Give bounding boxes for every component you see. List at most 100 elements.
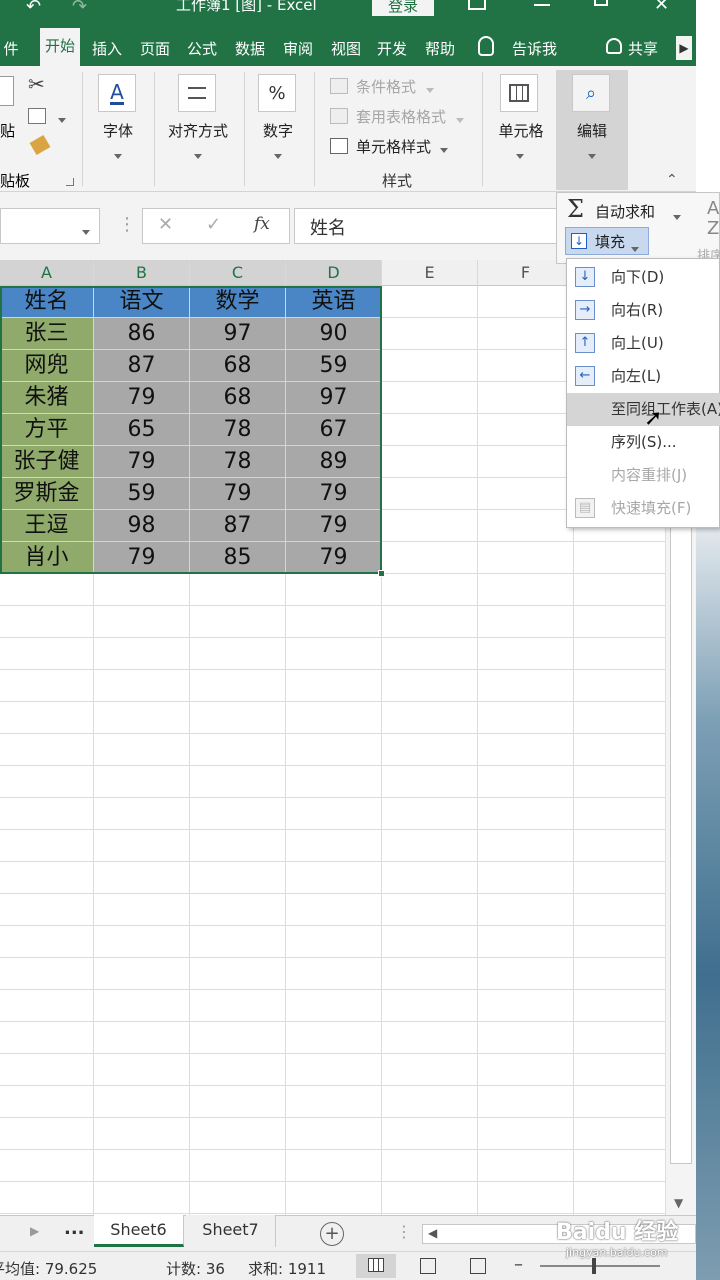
score-cell[interactable]: 68 [190,382,286,414]
column-header-B[interactable]: B [94,260,190,286]
score-cell[interactable]: 79 [286,510,382,542]
redo-icon[interactable]: ↷ [72,0,87,16]
tab-9[interactable]: 帮助 [418,32,462,66]
column-header-E[interactable]: E [382,260,478,286]
table-format-button[interactable]: 套用表格格式 [356,106,446,127]
name-cell[interactable]: 罗斯金 [0,478,94,510]
percent-icon[interactable]: % [258,74,296,112]
close-icon[interactable]: ✕ [654,0,669,15]
score-cell[interactable]: 87 [94,350,190,382]
share-button[interactable]: 共享 [628,32,658,66]
table-format-icon[interactable] [330,108,348,124]
align-dropdown-icon[interactable] [194,146,202,165]
name-cell[interactable]: 朱猪 [0,382,94,414]
number-button[interactable]: 数字 [256,120,300,141]
paste-icon[interactable] [0,76,14,106]
score-cell[interactable]: 78 [190,446,286,478]
sheet-tab-sheet7[interactable]: Sheet7 [186,1215,276,1247]
undo-icon[interactable]: ↶ [26,0,41,16]
autosum-button[interactable]: 自动求和 [595,201,655,222]
name-cell[interactable]: 张三 [0,318,94,350]
new-sheet-icon[interactable]: + [320,1222,344,1246]
paste-label[interactable]: 贴 [0,120,15,141]
tab-1[interactable]: 开始 [40,28,80,66]
fill-menu-item-3[interactable]: ← 向左(L) [567,360,720,393]
score-cell[interactable]: 59 [286,350,382,382]
sheet-tab-sheet6[interactable]: Sheet6 [94,1215,184,1247]
copy-icon[interactable] [28,108,46,124]
column-header-C[interactable]: C [190,260,286,286]
score-cell[interactable]: 78 [190,414,286,446]
tab-6[interactable]: 审阅 [276,32,320,66]
font-icon[interactable]: A [98,74,136,112]
tab-4[interactable]: 公式 [180,32,224,66]
score-cell[interactable]: 59 [94,478,190,510]
login-button[interactable]: 登录 [372,0,434,16]
table-header-cell[interactable]: 姓名 [0,286,94,318]
score-cell[interactable]: 98 [94,510,190,542]
score-cell[interactable]: 89 [286,446,382,478]
table-header-cell[interactable]: 数学 [190,286,286,318]
scroll-tabs-right-icon[interactable]: ▶ [676,36,692,60]
cells-button[interactable]: 单元格 [492,120,550,141]
ribbon-display-icon[interactable] [468,0,486,10]
name-cell[interactable]: 王逗 [0,510,94,542]
score-cell[interactable]: 65 [94,414,190,446]
fill-handle[interactable] [378,570,385,577]
score-cell[interactable]: 68 [190,350,286,382]
table-header-cell[interactable]: 语文 [94,286,190,318]
column-header-A[interactable]: A [0,260,94,286]
score-cell[interactable]: 79 [94,382,190,414]
fill-menu-item-2[interactable]: ↑ 向上(U) [567,327,720,360]
cancel-icon[interactable]: ✕ [158,214,173,235]
column-header-D[interactable]: D [286,260,382,286]
editing-dropdown-icon[interactable] [588,146,596,165]
zoom-out-icon[interactable]: – [514,1254,523,1275]
name-cell[interactable]: 张子健 [0,446,94,478]
score-cell[interactable]: 79 [94,542,190,574]
maximize-icon[interactable] [594,0,608,6]
prev-sheet-icon[interactable]: ▶ [30,1224,39,1238]
sigma-icon[interactable]: Σ [567,195,584,223]
tab-0[interactable]: 件 [0,32,22,66]
alignment-button[interactable]: 对齐方式 [160,120,236,141]
conditional-format-icon[interactable] [330,78,348,94]
tab-7[interactable]: 视图 [324,32,368,66]
name-cell[interactable]: 肖小 [0,542,94,574]
scroll-down-icon[interactable]: ▼ [674,1196,683,1210]
dialog-launcher-icon[interactable] [66,178,74,186]
score-cell[interactable]: 79 [190,478,286,510]
score-cell[interactable]: 90 [286,318,382,350]
name-cell[interactable]: 网兜 [0,350,94,382]
score-cell[interactable]: 87 [190,510,286,542]
page-break-icon[interactable] [470,1258,486,1274]
conditional-format-button[interactable]: 条件格式 [356,76,416,97]
cell-style-icon[interactable] [330,138,348,154]
score-cell[interactable]: 86 [94,318,190,350]
table-header-cell[interactable]: 英语 [286,286,382,318]
minimize-icon[interactable] [534,4,550,6]
page-layout-icon[interactable] [420,1258,436,1274]
name-box-dropdown-icon[interactable] [82,222,90,241]
cut-icon[interactable]: ✂ [28,72,45,96]
collapse-ribbon-icon[interactable]: ⌃ [666,172,678,188]
score-cell[interactable]: 85 [190,542,286,574]
font-button[interactable]: 字体 [98,120,138,141]
fill-menu-item-0[interactable]: ↓ 向下(D) [567,261,720,294]
find-icon[interactable]: ⌕ [572,74,610,112]
cells-icon[interactable] [500,74,538,112]
tell-me-input[interactable]: 告诉我 [512,32,557,66]
score-cell[interactable]: 79 [286,542,382,574]
cell-style-button[interactable]: 单元格样式 [356,136,431,157]
align-icon[interactable] [178,74,216,112]
score-cell[interactable]: 67 [286,414,382,446]
score-cell[interactable]: 79 [94,446,190,478]
tab-2[interactable]: 插入 [86,32,128,66]
sheet-split-grip-icon[interactable]: ⋮ [396,1222,412,1241]
name-cell[interactable]: 方平 [0,414,94,446]
format-painter-icon[interactable] [29,134,51,156]
lightbulb-icon[interactable] [478,36,494,56]
score-cell[interactable]: 97 [286,382,382,414]
autosum-dropdown-icon[interactable] [673,207,681,226]
user-icon[interactable] [606,38,622,54]
